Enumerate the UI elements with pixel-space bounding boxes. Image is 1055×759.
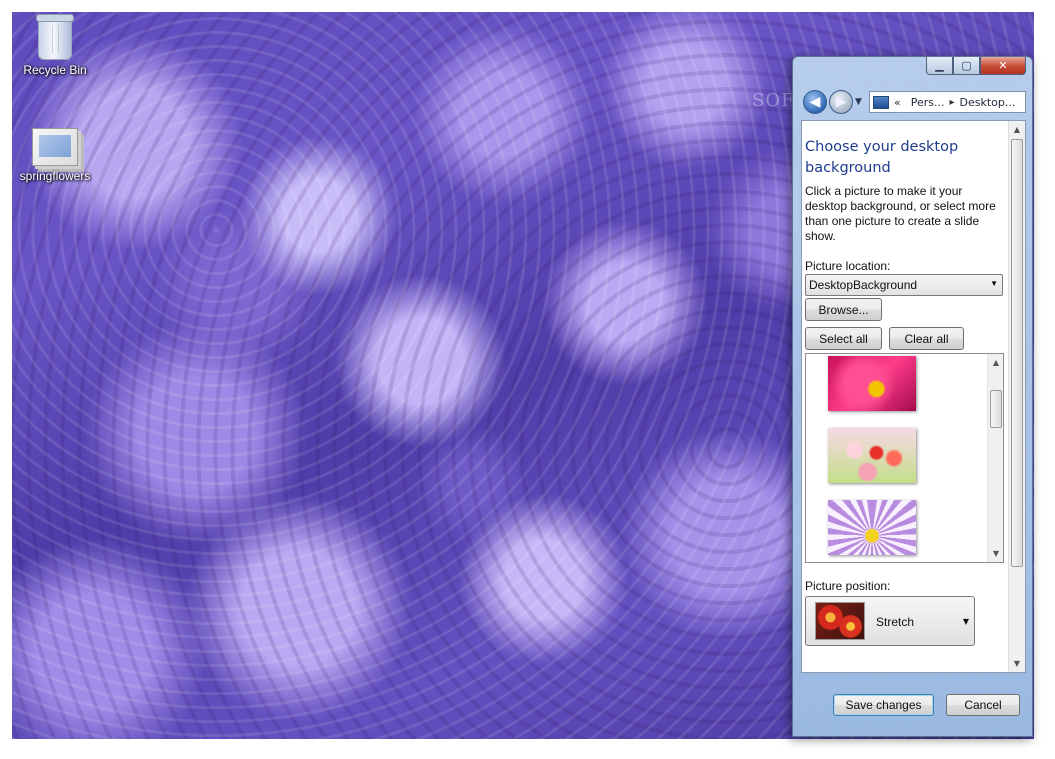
caption-buttons: ▁ ▢ ✕	[926, 57, 1026, 75]
desktop-icon-label: Recycle Bin	[23, 63, 87, 77]
select-all-button[interactable]: Select all	[805, 327, 882, 350]
clear-all-button[interactable]: Clear all	[889, 327, 964, 350]
picture-position-dropdown[interactable]: Stretch ▼	[805, 596, 975, 646]
browse-button[interactable]: Browse...	[805, 298, 882, 321]
recycle-bin-icon	[36, 14, 74, 60]
content-scrollbar[interactable]: ▲ ▼	[1008, 121, 1025, 672]
desktop-icon-springflowers[interactable]: springflowers	[15, 128, 95, 183]
breadcrumb-overflow[interactable]: «	[894, 96, 901, 109]
forward-button[interactable]: ▶	[829, 90, 853, 114]
maximize-button[interactable]: ▢	[953, 57, 980, 75]
scroll-up-icon[interactable]: ▲	[988, 354, 1003, 371]
breadcrumb-personalization[interactable]: Pers...	[911, 96, 945, 109]
address-bar[interactable]: « Pers... ▸ Desktop...	[869, 91, 1026, 113]
desktop-icon-label: springflowers	[19, 169, 91, 183]
page-description: Click a picture to make it your desktop …	[805, 184, 996, 243]
scroll-down-icon[interactable]: ▼	[988, 545, 1003, 562]
scroll-thumb[interactable]	[990, 390, 1002, 428]
recent-pages-dropdown[interactable]: ▼	[855, 97, 865, 107]
breadcrumb-desktop-background[interactable]: Desktop...	[960, 96, 1016, 109]
back-button[interactable]: ◀	[803, 90, 827, 114]
picture-location-dropdown[interactable]: DesktopBackground ▼	[805, 274, 1003, 296]
page-title: Choose your desktop background	[805, 139, 959, 176]
breadcrumb-separator-icon[interactable]: ▸	[950, 97, 955, 108]
content-pane: Choose your desktop background Click a p…	[801, 120, 1026, 673]
back-arrow-icon: ◀	[809, 94, 821, 110]
picture-location-value: DesktopBackground	[809, 278, 918, 292]
picture-list[interactable]: ▲ ▼	[805, 353, 1004, 563]
dialog-footer: Save changes Cancel	[793, 674, 1032, 738]
close-button[interactable]: ✕	[980, 57, 1026, 75]
image-folder-icon	[32, 128, 78, 166]
desktop-background-window: ▁ ▢ ✕ ◀ ▶ ▼ « Pers... ▸ Desktop... Choos…	[792, 56, 1033, 737]
picture-position-label: Picture position:	[805, 579, 891, 593]
picture-location-label: Picture location:	[805, 259, 891, 273]
minimize-button[interactable]: ▁	[926, 57, 953, 75]
forward-arrow-icon: ▶	[835, 94, 847, 110]
desktop-icon-recycle-bin[interactable]: Recycle Bin	[15, 14, 95, 77]
navigation-bar: ◀ ▶ ▼ « Pers... ▸ Desktop...	[803, 89, 1026, 115]
cancel-button[interactable]: Cancel	[946, 694, 1020, 716]
position-preview-image	[815, 602, 865, 640]
scroll-down-icon[interactable]: ▼	[1009, 655, 1025, 672]
picture-list-scrollbar[interactable]: ▲ ▼	[987, 354, 1003, 562]
scroll-up-icon[interactable]: ▲	[1009, 121, 1025, 138]
wallpaper-thumbnail[interactable]	[828, 500, 916, 555]
chevron-down-icon: ▼	[990, 279, 998, 288]
scroll-thumb[interactable]	[1011, 139, 1023, 567]
control-panel-icon	[873, 95, 889, 109]
picture-position-value: Stretch	[876, 615, 915, 629]
chevron-down-icon: ▼	[962, 617, 969, 626]
wallpaper-thumbnail[interactable]	[828, 356, 916, 411]
wallpaper-thumbnail[interactable]	[828, 428, 916, 483]
save-changes-button[interactable]: Save changes	[833, 694, 934, 716]
